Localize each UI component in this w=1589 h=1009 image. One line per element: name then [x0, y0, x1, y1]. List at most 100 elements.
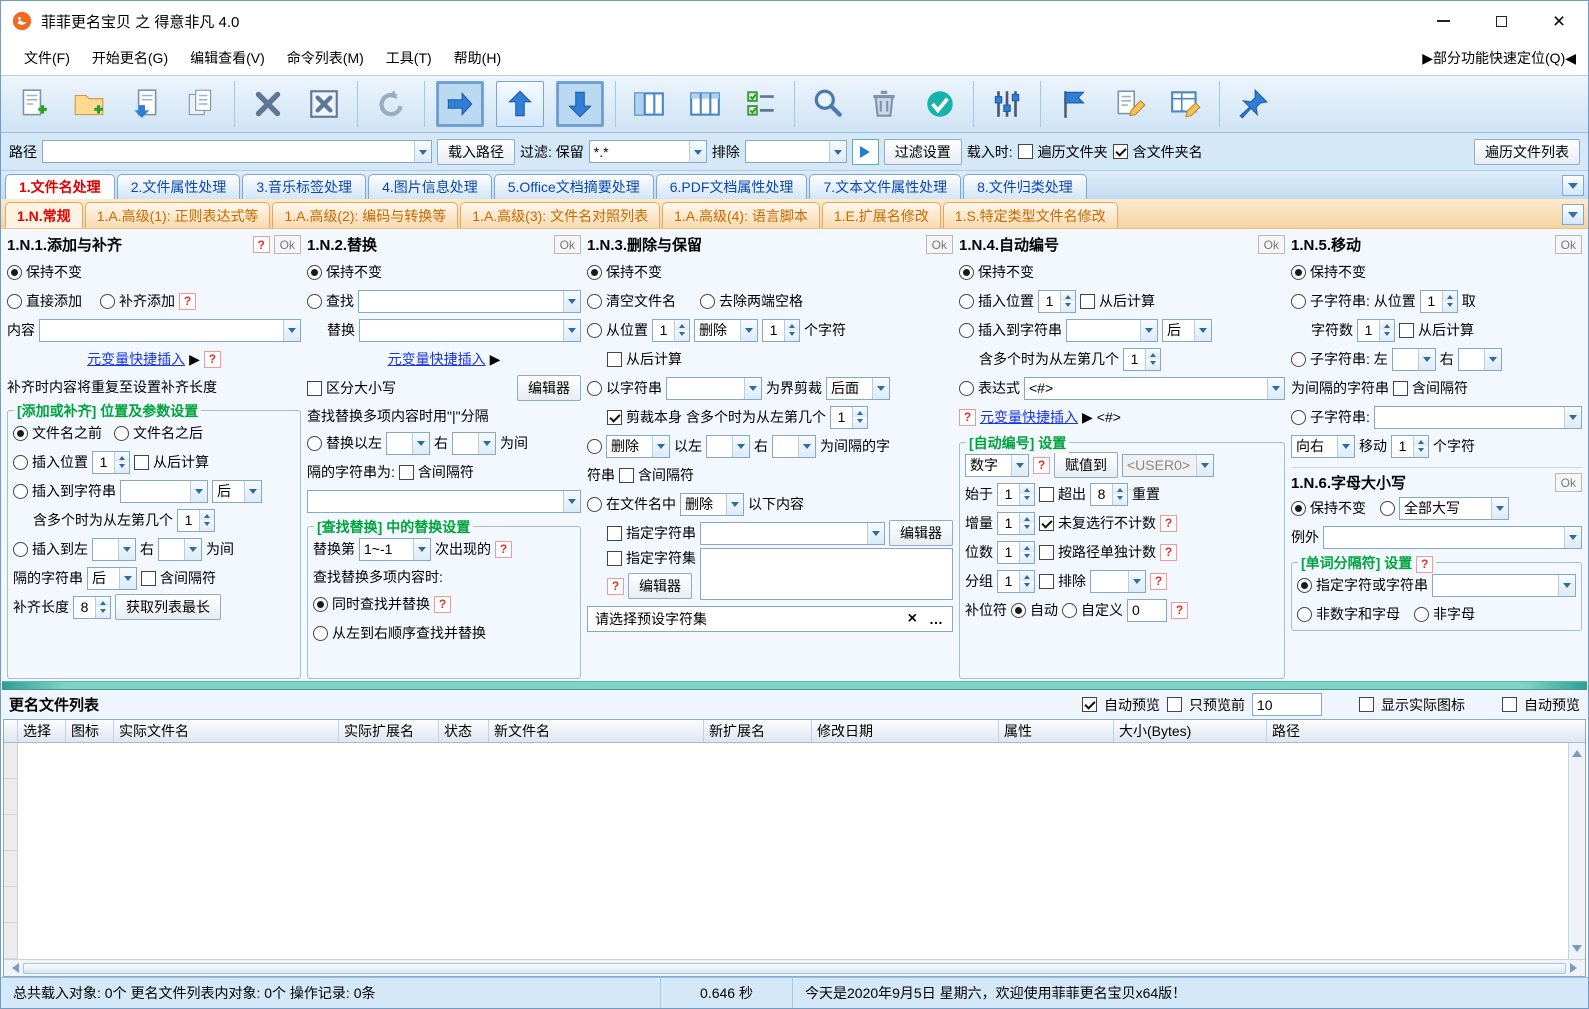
left-bound-combo[interactable] [706, 434, 750, 458]
sub-tabs-overflow-button[interactable] [1562, 204, 1584, 225]
right-bound-combo[interactable] [772, 434, 816, 458]
expression-combo[interactable]: <#> [1024, 376, 1285, 400]
col-status[interactable]: 状态 [439, 720, 489, 742]
spin-up-icon[interactable] [1020, 483, 1034, 494]
filter-combo[interactable]: *.* [588, 140, 707, 163]
col-actual-ext[interactable]: 实际扩展名 [339, 720, 439, 742]
clear-icon[interactable]: × [908, 610, 917, 628]
menu-help[interactable]: 帮助(H) [443, 43, 512, 73]
spin-down-icon[interactable] [96, 607, 110, 618]
nth-combo[interactable]: 1~-1 [359, 537, 431, 561]
ok-button[interactable]: Ok [925, 235, 953, 254]
run-filter-button[interactable] [851, 138, 879, 165]
from-end-checkbox[interactable] [1399, 322, 1414, 338]
col-icon[interactable]: 图标 [66, 720, 114, 742]
scroll-thumb[interactable] [23, 962, 1566, 974]
col-modified-date[interactable]: 修改日期 [812, 720, 999, 742]
skip-unchecked-checkbox[interactable] [1039, 515, 1054, 531]
spin-up-icon[interactable] [1020, 512, 1034, 523]
delete-keep-combo[interactable]: 删除 [606, 434, 670, 458]
keep-unchanged-radio[interactable] [1291, 264, 1306, 280]
multi-nth-spinner[interactable]: 1 [1123, 347, 1161, 371]
before-after-combo[interactable]: 后 [212, 479, 262, 503]
spin-up-icon[interactable] [115, 451, 129, 462]
before-name-radio[interactable] [13, 425, 28, 441]
keep-unchanged-radio[interactable] [7, 264, 22, 280]
ok-button[interactable]: Ok [1554, 473, 1582, 492]
keep-unchanged-radio[interactable] [1291, 500, 1306, 516]
substring-combo[interactable] [1373, 405, 1582, 429]
col-size[interactable]: 大小(Bytes) [1114, 720, 1267, 742]
spin-down-icon[interactable] [115, 462, 129, 473]
menu-start-rename[interactable]: 开始更名(G) [81, 43, 179, 73]
exclude-combo[interactable] [744, 140, 847, 163]
tab-file-attributes[interactable]: 2.文件属性处理 [116, 174, 241, 199]
tab-file-sorting[interactable]: 8.文件归类处理 [963, 174, 1087, 199]
scroll-up-icon[interactable] [1572, 745, 1582, 757]
case-mode-radio[interactable] [1380, 500, 1395, 516]
right-bound-combo[interactable] [452, 431, 496, 455]
start-spinner[interactable]: 1 [997, 482, 1035, 506]
maximize-button[interactable] [1472, 1, 1530, 41]
move-up-button[interactable] [496, 81, 544, 127]
spin-down-icon[interactable] [1020, 552, 1034, 563]
custom-pad-radio[interactable] [1062, 602, 1077, 618]
menu-file[interactable]: 文件(F) [13, 43, 81, 73]
tab-music-tags[interactable]: 3.音乐标签处理 [242, 174, 367, 199]
insert-between-radio[interactable] [13, 541, 28, 557]
spin-down-icon[interactable] [785, 330, 799, 341]
custom-pad-input[interactable]: 0 [1127, 598, 1167, 622]
left-bound-combo[interactable] [386, 431, 430, 455]
spin-down-icon[interactable] [1020, 523, 1034, 534]
col-new-name[interactable]: 新文件名 [489, 720, 704, 742]
insert-to-string-radio[interactable] [959, 322, 974, 338]
spin-up-icon[interactable] [785, 319, 799, 330]
filter-settings-button[interactable]: 过滤设置 [883, 138, 962, 165]
spin-down-icon[interactable] [1020, 581, 1034, 592]
keep-unchanged-radio[interactable] [587, 264, 602, 280]
substring-radio[interactable] [1291, 409, 1306, 425]
overflow-checkbox[interactable] [1039, 486, 1054, 502]
include-separator-checkbox[interactable] [619, 467, 634, 483]
preview-count-input[interactable]: 10 [1252, 693, 1322, 716]
undo-button[interactable] [363, 79, 419, 129]
include-separator-checkbox[interactable] [141, 570, 156, 586]
help-button[interactable]: ? [1416, 555, 1434, 573]
col-path[interactable]: 路径 [1267, 720, 1585, 742]
from-end-checkbox[interactable] [1080, 293, 1095, 309]
editor-button[interactable]: 编辑器 [889, 520, 953, 546]
exclude-combo[interactable] [1090, 569, 1146, 593]
path-combo[interactable] [42, 140, 432, 163]
move-right-button[interactable] [436, 81, 484, 127]
load-list-button[interactable] [117, 79, 173, 129]
target-string-combo[interactable] [1066, 318, 1158, 342]
spin-up-icon[interactable] [1442, 290, 1457, 301]
user-var-combo[interactable]: <USER0> [1122, 453, 1214, 477]
scroll-left-icon[interactable] [7, 963, 19, 973]
table-rows-area[interactable] [18, 743, 1568, 959]
between-replace-combo[interactable] [307, 489, 581, 513]
col-select[interactable]: 选择 [18, 720, 66, 742]
spin-down-icon[interactable] [1020, 494, 1034, 505]
spin-up-icon[interactable] [1113, 483, 1127, 494]
char-count-spinner[interactable]: 1 [762, 318, 800, 342]
help-button[interactable]: ? [607, 577, 624, 595]
tab-office-summary[interactable]: 5.Office文档摘要处理 [493, 174, 654, 199]
adjust-button[interactable] [979, 79, 1035, 129]
trim-radio[interactable] [700, 293, 715, 309]
help-button[interactable]: ? [179, 292, 196, 310]
spin-up-icon[interactable] [200, 509, 214, 520]
spin-up-icon[interactable] [1061, 290, 1075, 301]
tab-pdf-attributes[interactable]: 6.PDF文档属性处理 [655, 174, 808, 199]
target-string-combo[interactable] [120, 479, 208, 503]
expand-arrow-icon[interactable]: ▶ [189, 351, 200, 368]
include-folder-name-checkbox[interactable] [1112, 144, 1128, 159]
tab-specific-type[interactable]: 1.S.特定类型文件名修改 [942, 202, 1118, 228]
grouping-spinner[interactable]: 1 [997, 569, 1035, 593]
col-attributes[interactable]: 属性 [999, 720, 1114, 742]
ok-button[interactable]: Ok [553, 235, 581, 254]
ok-button[interactable]: Ok [1257, 235, 1285, 254]
meta-variable-link[interactable]: 元变量快捷插入 [980, 407, 1078, 427]
spin-down-icon[interactable] [1414, 446, 1428, 457]
from-end-checkbox[interactable] [607, 351, 622, 367]
